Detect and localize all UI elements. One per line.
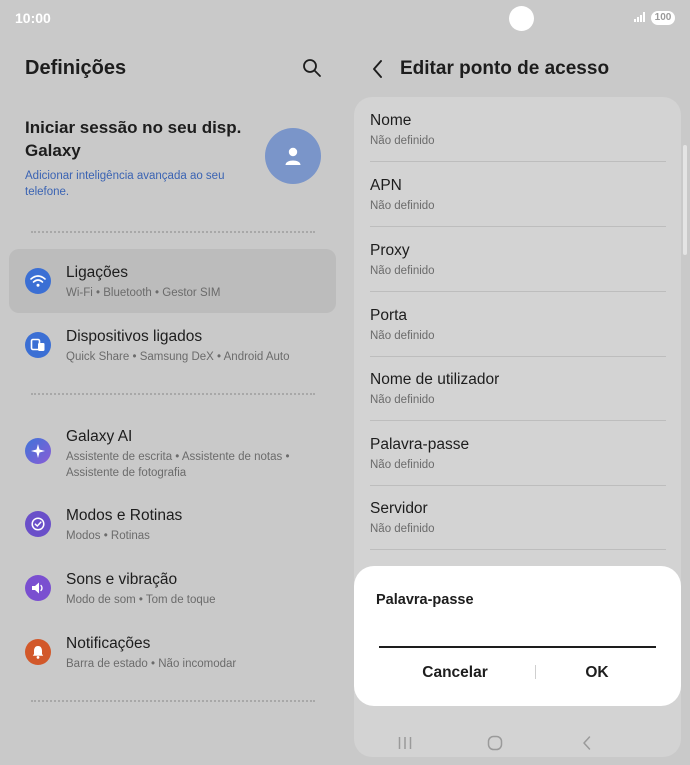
recents-button[interactable] <box>395 734 415 752</box>
chevron-left-icon <box>373 60 382 78</box>
wifi-icon <box>25 268 51 294</box>
menu-item-modos-rotinas[interactable]: Modos e Rotinas Modos • Rotinas <box>9 492 336 556</box>
field-value: Não definido <box>370 523 435 535</box>
account-title: Iniciar sessão no seu disp. Galaxy <box>25 118 242 160</box>
modes-routines-icon <box>25 511 51 537</box>
menu-item-sons-vibracao[interactable]: Sons e vibração Modo de som • Tom de toq… <box>9 556 336 620</box>
password-input[interactable] <box>379 630 656 648</box>
field-palavra-passe[interactable]: Palavra-passe Não definido <box>370 421 666 486</box>
menu-item-ligacoes[interactable]: Ligações Wi-Fi • Bluetooth • Gestor SIM <box>9 249 336 313</box>
menu-item-notificacoes[interactable]: Notificações Barra de estado • Não incom… <box>9 620 336 684</box>
field-label: Porta <box>370 307 408 324</box>
menu-item-subtitle: Barra de estado • Não incomodar <box>66 658 237 670</box>
home-icon <box>487 735 503 751</box>
sound-icon <box>25 575 51 601</box>
camera-cutout <box>509 6 534 31</box>
search-button[interactable] <box>300 56 324 80</box>
account-signin[interactable]: Iniciar sessão no seu disp. Galaxy Adici… <box>25 116 265 200</box>
galaxy-ai-icon <box>25 438 51 464</box>
menu-item-subtitle: Assistente de escrita • Assistente de no… <box>66 451 290 479</box>
back-icon <box>583 736 591 750</box>
field-value: Não definido <box>370 200 435 212</box>
account-subtitle: Adicionar inteligência avançada ao seu t… <box>25 170 225 198</box>
field-value: Não definido <box>370 459 435 471</box>
field-apn[interactable]: APN Não definido <box>370 162 666 227</box>
home-button[interactable] <box>485 734 505 752</box>
page-title: Editar ponto de acesso <box>400 58 610 79</box>
field-porta[interactable]: Porta Não definido <box>370 292 666 357</box>
divider <box>31 231 315 233</box>
menu-item-galaxy-ai[interactable]: Galaxy AI Assistente de escrita • Assist… <box>9 411 336 491</box>
field-label: APN <box>370 177 402 194</box>
menu-item-title: Notificações <box>66 635 151 652</box>
menu-item-title: Sons e vibração <box>66 571 178 588</box>
field-value: Não definido <box>370 265 435 277</box>
field-proxy[interactable]: Proxy Não definido <box>370 227 666 292</box>
status-bar: 10:00 100 <box>0 0 690 36</box>
menu-item-title: Galaxy AI <box>66 428 133 445</box>
connected-devices-icon <box>25 332 51 358</box>
bell-icon <box>25 639 51 665</box>
signal-icon <box>634 12 645 22</box>
battery-indicator: 100 <box>651 11 675 25</box>
field-value: Não definido <box>370 330 435 342</box>
divider <box>31 393 315 395</box>
field-value: Não definido <box>370 135 435 147</box>
status-time: 10:00 <box>15 10 51 26</box>
scrollbar[interactable] <box>683 145 687 255</box>
page-title: Definições <box>25 57 127 79</box>
field-nome-utilizador[interactable]: Nome de utilizador Não definido <box>370 356 666 421</box>
menu-item-subtitle: Quick Share • Samsung DeX • Android Auto <box>66 351 290 363</box>
field-label: Nome <box>370 112 412 129</box>
menu-item-subtitle: Modos • Rotinas <box>66 530 150 542</box>
menu-item-subtitle: Modo de som • Tom de toque <box>66 594 216 606</box>
field-value: Não definido <box>370 394 435 406</box>
field-servidor[interactable]: Servidor Não definido <box>370 485 666 550</box>
cancel-button[interactable]: Cancelar <box>375 660 535 686</box>
search-icon <box>303 59 321 77</box>
field-label: Nome de utilizador <box>370 371 500 388</box>
password-dialog: Palavra-passe Cancelar OK <box>354 566 681 706</box>
settings-pane: Definições Iniciar sessão no seu disp. G… <box>0 36 345 765</box>
field-label: Proxy <box>370 242 410 259</box>
dialog-title: Palavra-passe <box>376 592 474 608</box>
field-label: Palavra-passe <box>370 436 470 453</box>
back-button[interactable] <box>370 58 386 80</box>
menu-item-title: Modos e Rotinas <box>66 507 183 524</box>
nav-back-button[interactable] <box>577 734 597 752</box>
avatar[interactable] <box>265 128 321 184</box>
ok-button[interactable]: OK <box>517 660 677 686</box>
menu-item-subtitle: Wi-Fi • Bluetooth • Gestor SIM <box>66 287 221 299</box>
menu-item-dispositivos-ligados[interactable]: Dispositivos ligados Quick Share • Samsu… <box>9 313 336 377</box>
field-label: Servidor <box>370 500 428 517</box>
menu-item-title: Ligações <box>66 264 129 281</box>
divider <box>31 700 315 702</box>
person-icon <box>285 147 301 165</box>
recents-icon <box>398 737 412 749</box>
menu-item-title: Dispositivos ligados <box>66 328 203 345</box>
field-nome[interactable]: Nome Não definido <box>370 97 666 162</box>
